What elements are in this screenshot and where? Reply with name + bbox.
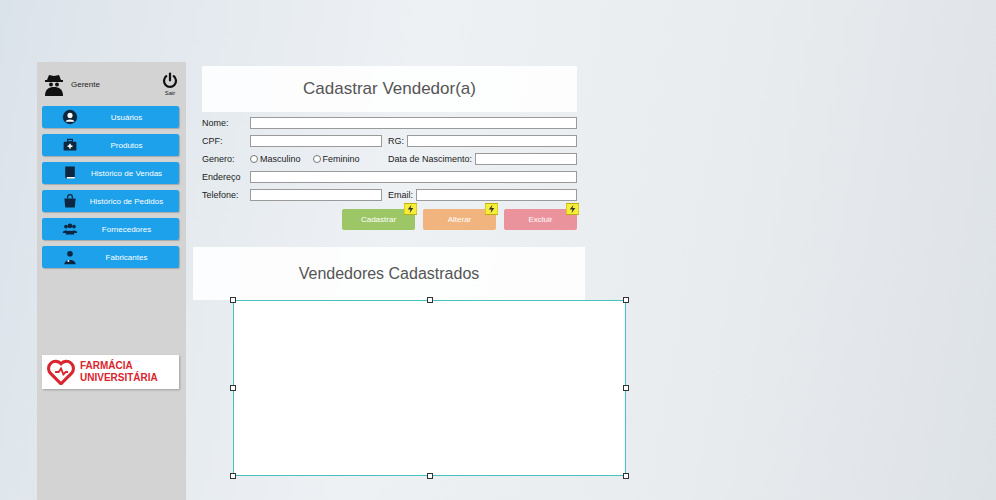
- field-label: Nome:: [202, 118, 247, 128]
- action-button[interactable]: Alterar: [423, 209, 496, 230]
- field-label: Data de Nascimento:: [388, 154, 472, 164]
- resize-handle[interactable]: [623, 297, 629, 303]
- field-label: CPF:: [202, 136, 247, 146]
- form-fields: Nome: CPF: RG: Genero: Masculino Feminino Data…: [202, 117, 577, 201]
- resize-handle[interactable]: [230, 297, 236, 303]
- sidebar-menu: Usuários Produtos Histórico de Vendas Histó…: [42, 106, 179, 268]
- sidebar-item[interactable]: Histórico de Vendas: [42, 162, 179, 184]
- form-field: RG:: [388, 135, 577, 147]
- action-button[interactable]: Cadastrar: [342, 209, 415, 230]
- group-icon: [62, 221, 78, 237]
- sidebar-item[interactable]: Usuários: [42, 106, 179, 128]
- form-row: Genero: Masculino Feminino Data de Nascimen…: [202, 153, 577, 165]
- field-label: Endereço: [202, 172, 247, 182]
- doctor-icon: [62, 249, 78, 265]
- main-area: Cadastrar Vendedor(a) Nome: CPF: RG: Genero:…: [193, 0, 627, 500]
- form-actions: Cadastrar Alterar Excluir: [202, 209, 577, 230]
- user-icon: [62, 109, 78, 125]
- logout-button[interactable]: Sair: [161, 72, 179, 96]
- book-icon: [62, 165, 78, 181]
- form-field: Email:: [388, 189, 577, 201]
- form-field: Endereço: [202, 171, 577, 183]
- sidebar-item[interactable]: Fabricantes: [42, 246, 179, 268]
- medkit-icon: [62, 137, 78, 153]
- logo-text: FARMÁCIAUNIVERSITÁRIA: [80, 360, 158, 384]
- logo: FARMÁCIAUNIVERSITÁRIA: [42, 355, 179, 389]
- text-input[interactable]: [416, 189, 577, 201]
- text-input[interactable]: [250, 189, 382, 201]
- field-label: Email:: [388, 190, 413, 200]
- form-field: Nome:: [202, 117, 577, 129]
- seller-form: Cadastrar Vendedor(a) Nome: CPF: RG: Genero:…: [202, 66, 577, 230]
- resize-handle[interactable]: [623, 385, 629, 391]
- sidebar-item-label: Fabricantes: [64, 253, 175, 262]
- radio-label: Feminino: [323, 154, 360, 164]
- field-label: RG:: [388, 136, 404, 146]
- lightning-icon: [404, 203, 417, 215]
- logo-line: UNIVERSITÁRIA: [80, 372, 158, 384]
- sidebar-item[interactable]: Histórico de Pedidos: [42, 190, 179, 212]
- sidebar: Gerente Sair Usuários Produtos Histórico de …: [37, 62, 186, 500]
- action-button[interactable]: Excluir: [504, 209, 577, 230]
- sellers-table[interactable]: [233, 300, 626, 476]
- radio-button[interactable]: [250, 155, 258, 163]
- form-row: Endereço: [202, 171, 577, 183]
- form-title: Cadastrar Vendedor(a): [202, 66, 577, 112]
- radio-label: Masculino: [260, 154, 301, 164]
- text-input[interactable]: [250, 117, 577, 129]
- text-input[interactable]: [250, 135, 382, 147]
- sidebar-item-label: Fornecedores: [64, 225, 175, 234]
- heart-icon: [46, 359, 76, 385]
- form-field: Genero: Masculino Feminino: [202, 154, 382, 164]
- field-label: Genero:: [202, 154, 247, 164]
- sidebar-item-label: Produtos: [64, 141, 175, 150]
- form-row: Nome:: [202, 117, 577, 129]
- logo-line: FARMÁCIA: [80, 360, 158, 372]
- sidebar-item-label: Histórico de Vendas: [64, 169, 175, 178]
- text-input[interactable]: [250, 171, 577, 183]
- radio-option[interactable]: Feminino: [313, 154, 360, 164]
- form-row: Telefone: Email:: [202, 189, 577, 201]
- user-header: Gerente Sair: [42, 66, 179, 102]
- text-input[interactable]: [475, 153, 577, 165]
- resize-handle[interactable]: [623, 473, 629, 479]
- lightning-icon: [485, 203, 498, 215]
- resize-handle[interactable]: [427, 297, 433, 303]
- power-icon: [161, 72, 179, 90]
- logout-label: Sair: [165, 90, 176, 96]
- resize-handle[interactable]: [230, 473, 236, 479]
- form-field: Telefone:: [202, 189, 382, 201]
- radio-group: Masculino Feminino: [250, 154, 382, 164]
- sidebar-item-label: Usuários: [64, 113, 175, 122]
- text-input[interactable]: [407, 135, 577, 147]
- page: Gerente Sair Usuários Produtos Histórico de …: [0, 0, 996, 500]
- sidebar-item[interactable]: Produtos: [42, 134, 179, 156]
- form-field: Data de Nascimento:: [388, 153, 577, 165]
- resize-handle[interactable]: [427, 473, 433, 479]
- sidebar-item[interactable]: Fornecedores: [42, 218, 179, 240]
- sidebar-item-label: Histórico de Pedidos: [64, 197, 175, 206]
- radio-button[interactable]: [313, 155, 321, 163]
- list-title: Vendedores Cadastrados: [193, 247, 585, 300]
- spy-icon: [42, 72, 66, 96]
- bag-icon: [62, 193, 78, 209]
- lightning-icon: [566, 203, 579, 215]
- radio-option[interactable]: Masculino: [250, 154, 301, 164]
- user-role: Gerente: [71, 80, 161, 89]
- form-field: CPF:: [202, 135, 382, 147]
- form-row: CPF: RG:: [202, 135, 577, 147]
- resize-handle[interactable]: [230, 385, 236, 391]
- field-label: Telefone:: [202, 190, 247, 200]
